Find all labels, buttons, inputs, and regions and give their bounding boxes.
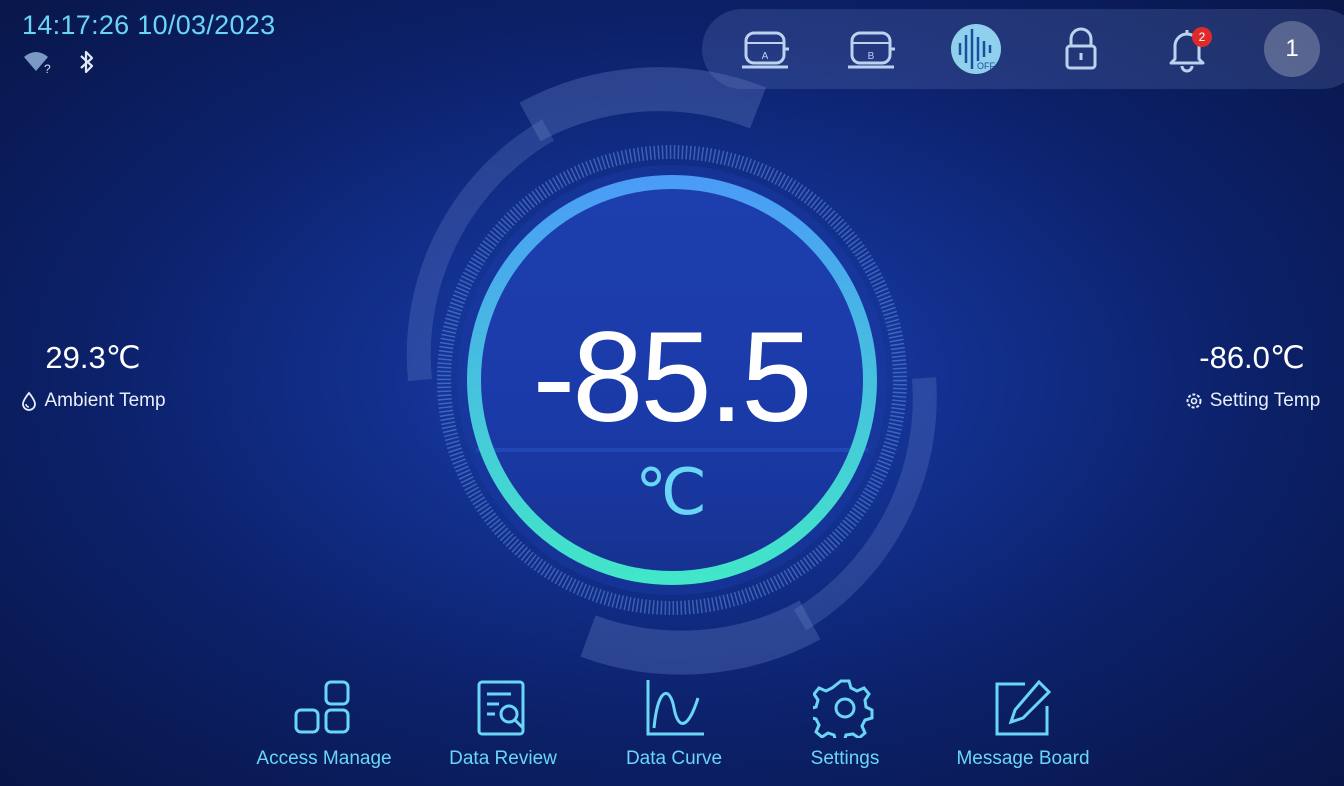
- setting-temp[interactable]: -86.0℃ Setting Temp: [1170, 340, 1334, 412]
- nav-label: Settings: [810, 748, 880, 769]
- gear-icon: [813, 678, 877, 738]
- ambient-temp-label: Ambient Temp: [44, 390, 166, 411]
- gear-small-icon: [1184, 391, 1204, 411]
- nav-data-review[interactable]: Data Review: [443, 678, 563, 770]
- temperature-unit: ℃: [635, 456, 707, 528]
- nav-label: Access Manage: [256, 748, 392, 769]
- setting-temp-label: Setting Temp: [1209, 390, 1321, 411]
- nav-label: Message Board: [956, 748, 1090, 769]
- ambient-temp-value: 29.3℃: [45, 340, 141, 375]
- setting-temp-value: -86.0℃: [1199, 340, 1305, 375]
- nav-label: Data Curve: [625, 748, 723, 769]
- nav-message-board[interactable]: Message Board: [949, 678, 1097, 770]
- drop-icon: [20, 391, 38, 411]
- grid-squares-icon: [292, 678, 356, 738]
- nav-access-manage[interactable]: Access Manage: [250, 678, 398, 770]
- nav-settings[interactable]: Settings: [800, 678, 890, 770]
- bottom-nav: Access Manage Data Review Data Curve Set…: [0, 672, 1344, 782]
- nav-data-curve[interactable]: Data Curve: [618, 678, 730, 770]
- ambient-temp: 29.3℃ Ambient Temp: [8, 340, 178, 412]
- curve-chart-icon: [642, 678, 706, 738]
- edit-icon: [991, 678, 1055, 738]
- document-search-icon: [471, 678, 535, 738]
- nav-label: Data Review: [449, 748, 557, 769]
- current-temperature: -85.5: [532, 306, 813, 449]
